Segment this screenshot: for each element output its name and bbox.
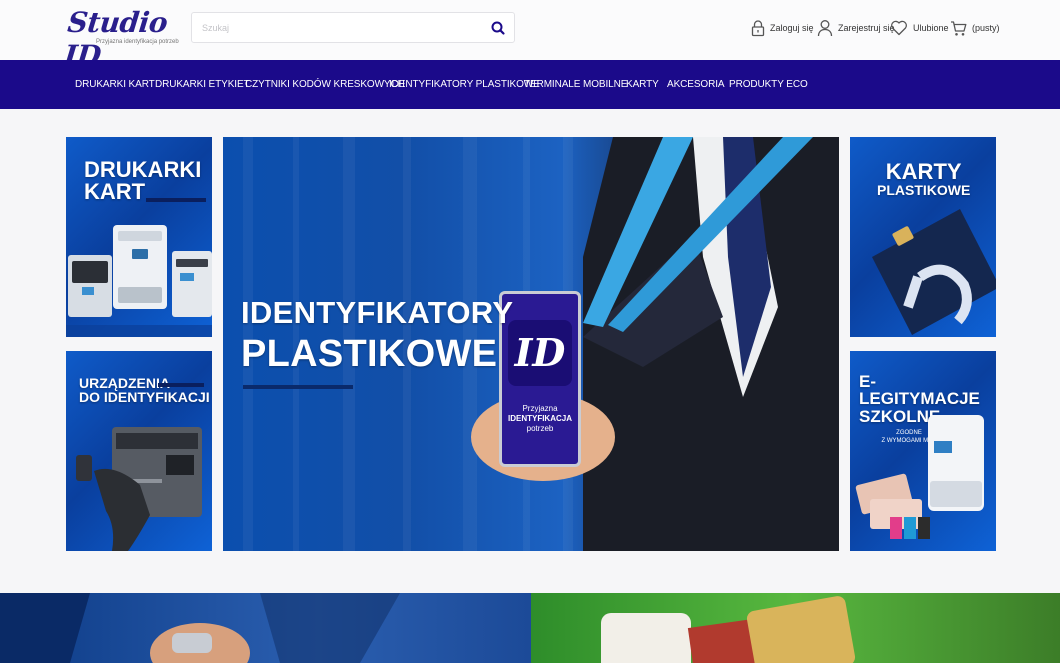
search-input[interactable]	[192, 13, 482, 42]
nav-item-accessories[interactable]: AKCESORIA	[667, 60, 725, 109]
promo-left-image	[0, 593, 400, 663]
search-button[interactable]	[490, 20, 506, 36]
nav-item-plastic-ids[interactable]: IDENTYFIKATORY PLASTIKOWE	[389, 60, 540, 109]
login-label: Zaloguj się	[770, 23, 814, 33]
logo[interactable]: Studio ID Przyjazna identyfikacja potrze…	[63, 6, 186, 72]
badge-text-3: potrzeb	[526, 424, 554, 433]
hero-underline	[243, 385, 353, 389]
badge-logo: ID	[508, 320, 572, 386]
register-link[interactable]: Zarejestruj się	[817, 14, 895, 42]
plastic-card-image	[872, 209, 996, 335]
tile-school-eids[interactable]: E-LEGITYMACJE SZKOLNE ZGODNE Z WYMOGAMI …	[850, 351, 996, 551]
favorites-link[interactable]: Ulubione	[890, 14, 949, 42]
main-nav: DRUKARKI KART DRUKARKI ETYKIET CZYTNIKI …	[0, 60, 1060, 109]
cart-label: (pusty)	[972, 23, 1000, 33]
card-printers-image	[66, 225, 212, 337]
user-icon	[817, 20, 833, 37]
search-icon	[491, 21, 505, 35]
nav-item-card-printers[interactable]: DRUKARKI KART	[75, 60, 155, 109]
hero-title-line1: IDENTYFIKATORY	[241, 295, 514, 330]
cart-link[interactable]: (pusty)	[950, 14, 1000, 42]
id-devices-image	[76, 427, 202, 551]
site-header: Studio ID Przyjazna identyfikacja potrze…	[0, 0, 1060, 72]
search-box	[191, 12, 515, 43]
hero-banner[interactable]: ID Przyjazna IDENTYFIKACJA potrzeb IDENT…	[223, 137, 839, 551]
promo-right-image	[601, 596, 856, 663]
tile-card-printers[interactable]: DRUKARKI KART	[66, 137, 212, 337]
favorites-label: Ulubione	[913, 23, 949, 33]
register-label: Zarejestruj się	[838, 23, 895, 33]
tile-id-devices[interactable]: URZĄDZENIA DO IDENTYFIKACJI	[66, 351, 212, 551]
nav-item-eco-products[interactable]: PRODUKTY ECO	[729, 60, 808, 109]
cart-icon	[951, 20, 967, 36]
nav-item-cards[interactable]: KARTY	[626, 60, 659, 109]
badge-text-1: Przyjazna	[522, 404, 558, 413]
nav-item-mobile-terminals[interactable]: TERMINALE MOBILNE	[524, 60, 627, 109]
nav-item-barcode-scanners[interactable]: CZYTNIKI KODÓW KRESKOWYCH	[245, 60, 405, 109]
badge-text-2: IDENTYFIKACJA	[507, 414, 572, 423]
eid-printer-image	[855, 415, 984, 539]
logo-tagline: Przyjazna identyfikacja potrzeb	[96, 39, 179, 45]
heart-icon	[891, 20, 907, 36]
hero-title-line2: PLASTIKOWE	[241, 333, 498, 375]
lock-icon	[751, 20, 765, 37]
tile-plastic-cards[interactable]: KARTY PLASTIKOWE	[850, 137, 996, 337]
login-link[interactable]: Zaloguj się	[751, 14, 814, 42]
nav-item-label-printers[interactable]: DRUKARKI ETYKIET	[155, 60, 250, 109]
promo-banner-left[interactable]	[0, 593, 531, 663]
promo-banner-right[interactable]	[531, 593, 1060, 663]
